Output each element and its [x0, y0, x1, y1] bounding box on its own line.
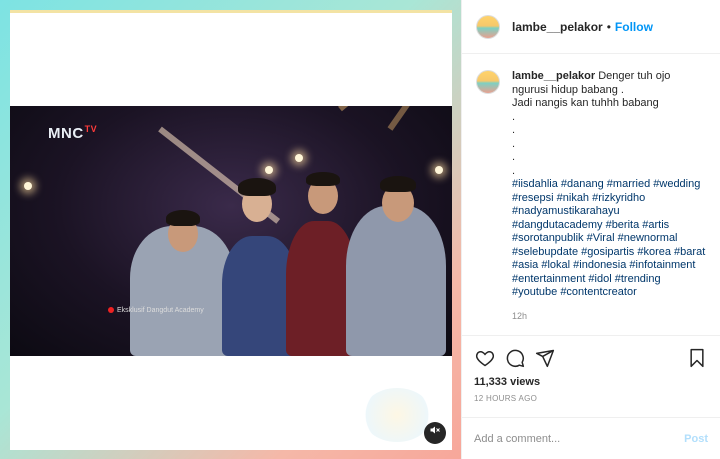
- watermark-logo: [362, 388, 432, 442]
- comment-icon[interactable]: [504, 347, 526, 369]
- person-hair: [380, 176, 416, 192]
- follow-button[interactable]: Follow: [615, 20, 653, 34]
- speaker-off-icon: [430, 426, 440, 434]
- stage-light-beam: [338, 106, 434, 112]
- comment-composer: Post: [462, 417, 720, 459]
- caption-line: Denger tuh ojo: [598, 70, 671, 82]
- post-age: 12 HOURS AGO: [474, 394, 538, 403]
- channel-logo: MNCTV: [48, 124, 98, 142]
- post-media: MNCTV Eksklusif Dangdut Academy: [10, 10, 452, 450]
- post-comment-button[interactable]: Post: [684, 433, 708, 445]
- heart-icon[interactable]: [474, 347, 496, 369]
- stage-light: [295, 154, 303, 162]
- stage-light: [435, 166, 443, 174]
- comment-input[interactable]: [474, 432, 685, 445]
- avatar[interactable]: [476, 70, 500, 94]
- media-top-strip: [10, 10, 452, 13]
- caption-line: .: [512, 110, 516, 123]
- post-sidebar: lambe__pelakor • Follow lambe__pelakor D…: [461, 0, 720, 459]
- person-right: [346, 206, 446, 356]
- video-caption-strip: Eksklusif Dangdut Academy: [108, 307, 204, 314]
- caption-line: .: [512, 164, 516, 177]
- person-hair: [238, 178, 276, 196]
- caption-line: .: [512, 137, 516, 150]
- header-username[interactable]: lambe__pelakor: [512, 20, 603, 34]
- avatar[interactable]: [476, 14, 500, 39]
- video-player[interactable]: MNCTV Eksklusif Dangdut Academy: [10, 106, 452, 356]
- post-caption: lambe__pelakor Denger tuh ojo ngurusi hi…: [512, 70, 706, 325]
- caption-line: Jadi nangis kan tuhhh babang: [512, 97, 659, 109]
- caption-timestamp: 12h: [512, 310, 528, 321]
- person-hair: [166, 210, 200, 226]
- muted-speaker-icon[interactable]: [424, 422, 446, 444]
- stage-light: [24, 182, 32, 190]
- stage-light: [265, 166, 273, 174]
- caption-line: .: [512, 124, 516, 136]
- view-count[interactable]: 11,333 views: [474, 376, 708, 388]
- person-hair: [306, 172, 340, 186]
- stage-light-beam: [387, 106, 445, 131]
- caption-line: .: [512, 151, 516, 163]
- comments-section: lambe__pelakor Denger tuh ojo ngurusi hi…: [462, 54, 720, 335]
- caption-hashtags[interactable]: #iisdahlia #danang #married #wedding #re…: [512, 178, 706, 300]
- action-bar: 11,333 views 12 HOURS AGO: [462, 335, 720, 403]
- caption-line: ngurusi hidup babang .: [512, 83, 624, 96]
- instagram-post: MNCTV Eksklusif Dangdut Academy lambe__p…: [0, 0, 720, 459]
- post-media-frame: MNCTV Eksklusif Dangdut Academy: [0, 0, 461, 459]
- header-separator: •: [606, 19, 611, 34]
- share-icon[interactable]: [534, 347, 556, 369]
- caption-username[interactable]: lambe__pelakor: [512, 70, 595, 82]
- post-header: lambe__pelakor • Follow: [462, 0, 720, 54]
- bookmark-icon[interactable]: [686, 347, 708, 369]
